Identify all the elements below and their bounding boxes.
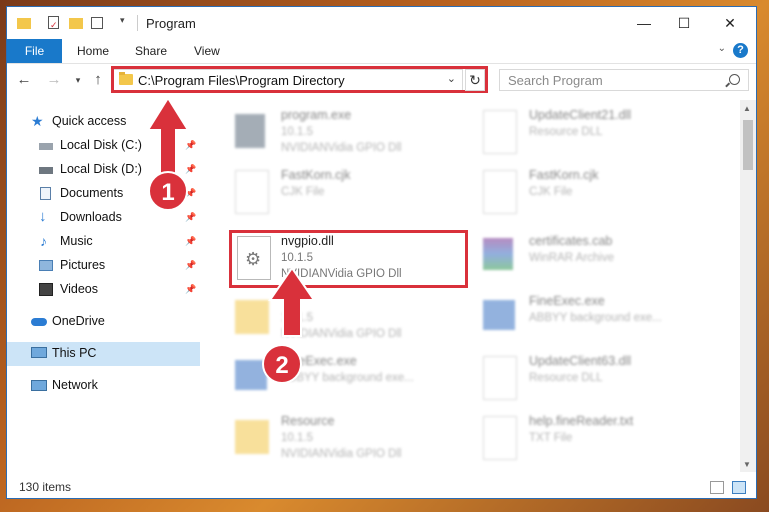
annotation-overlay bbox=[146, 96, 316, 337]
arrow-2 bbox=[268, 266, 316, 337]
step-2-badge: 2 bbox=[262, 344, 302, 384]
arrow-1 bbox=[146, 96, 190, 177]
step-1-badge: 1 bbox=[148, 171, 188, 211]
